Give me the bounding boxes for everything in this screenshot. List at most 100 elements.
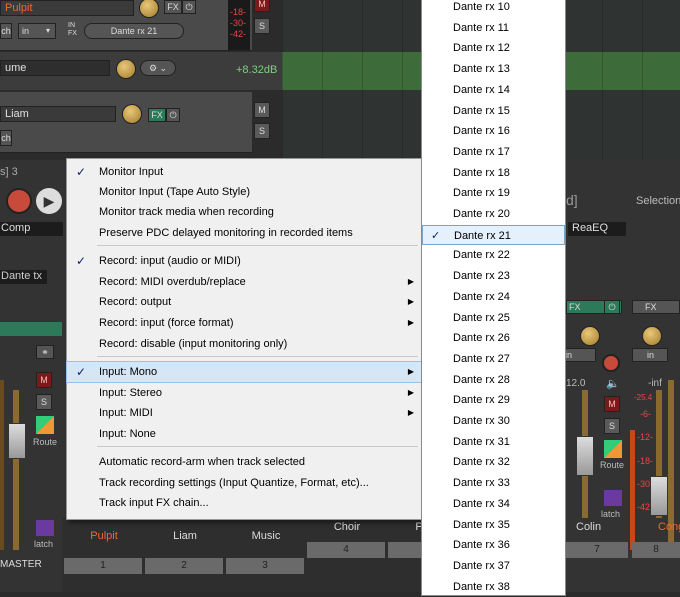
fx-bypass-button[interactable]: ⏻ (182, 0, 196, 14)
input-button[interactable]: in (632, 348, 668, 362)
play-button[interactable]: ▶ (36, 188, 62, 214)
input-list-item[interactable]: Dante rx 15 (422, 101, 565, 121)
input-list-item[interactable]: Dante rx 17 (422, 142, 565, 162)
automation-icon[interactable] (604, 490, 622, 506)
fader-handle[interactable] (576, 436, 594, 476)
solo-button[interactable]: S (254, 123, 270, 139)
menu-item[interactable]: Track input FX chain... (67, 493, 422, 513)
menu-item[interactable]: ✓ Monitor Input (67, 162, 422, 182)
track-name-field[interactable]: Pulpit (0, 0, 134, 16)
menu-item[interactable]: Record: input (force format) ▶ (67, 313, 422, 333)
input-list-item[interactable]: Dante rx 16 (422, 121, 565, 141)
record-arm-toggle[interactable]: ch (0, 23, 12, 39)
record-arm-button[interactable] (602, 354, 620, 372)
fx-button[interactable]: FX (164, 0, 182, 14)
menu-item[interactable]: Input: MIDI ▶ (67, 403, 422, 423)
fader-handle[interactable] (650, 476, 668, 516)
input-list-item[interactable]: Dante rx 30 (422, 411, 565, 431)
input-list-item[interactable]: Dante rx 23 (422, 266, 565, 286)
input-list-item[interactable]: Dante rx 37 (422, 556, 565, 576)
mute-button[interactable]: M (254, 0, 270, 12)
mixer-strip-number: 4 (307, 542, 385, 558)
volume-knob[interactable] (122, 104, 142, 124)
fx-bypass-button[interactable]: ⏻ (604, 300, 620, 314)
mixer-strip-pulpit[interactable]: Pulpit 1 (64, 520, 144, 574)
menu-item[interactable]: Record: disable (input monitoring only) (67, 334, 422, 354)
mixer-strip-liam[interactable]: Liam 2 (145, 520, 225, 574)
pan-knob[interactable] (580, 326, 600, 346)
input-list-item[interactable]: Dante rx 29 (422, 390, 565, 410)
input-list-item[interactable]: Dante rx 27 (422, 349, 565, 369)
input-list-item[interactable]: Dante rx 19 (422, 183, 565, 203)
input-list-item-label: Dante rx 25 (453, 311, 510, 324)
menu-item[interactable]: Monitor Input (Tape Auto Style) (67, 182, 422, 202)
mixer-strip-p[interactable]: P (388, 520, 423, 572)
mixer-strip-choir[interactable]: Choir 4 (307, 520, 387, 572)
route-icon[interactable] (36, 416, 54, 434)
input-list-item[interactable]: Dante rx 24 (422, 287, 565, 307)
solo-button[interactable]: S (604, 418, 620, 434)
menu-item[interactable]: Monitor track media when recording (67, 202, 422, 222)
fx-button[interactable]: FX (148, 108, 166, 122)
menu-item[interactable]: Automatic record-arm when track selected (67, 452, 422, 472)
input-list-item[interactable]: Dante rx 35 (422, 515, 565, 535)
input-list-item[interactable]: Dante rx 32 (422, 452, 565, 472)
mute-button[interactable]: M (36, 372, 52, 388)
menu-item[interactable]: Input: Stereo ▶ (67, 383, 422, 403)
speaker-icon[interactable]: 🔈 (606, 377, 620, 390)
input-list-item[interactable]: Dante rx 12 (422, 38, 565, 58)
mute-button[interactable]: M (604, 396, 620, 412)
menu-item[interactable]: ✓ Record: input (audio or MIDI) (67, 251, 422, 271)
input-list-item-label: Dante rx 37 (453, 559, 510, 572)
input-list-item[interactable]: Dante rx 20 (422, 204, 565, 224)
record-button[interactable] (6, 188, 32, 214)
selection-label: Selection (636, 195, 680, 207)
input-list-item[interactable]: Dante rx 13 (422, 59, 565, 79)
menu-item[interactable]: ✓ Input: Mono ▶ (66, 361, 423, 383)
pan-knob[interactable] (642, 326, 662, 346)
route-icon[interactable] (604, 440, 622, 458)
mute-button[interactable]: M (254, 102, 270, 118)
input-list-item[interactable]: Dante rx 36 (422, 535, 565, 555)
input-list-item[interactable]: Dante rx 14 (422, 80, 565, 100)
input-list-item-label: Dante rx 17 (453, 145, 510, 158)
fader-handle[interactable] (8, 423, 26, 459)
menu-item[interactable]: Input: None (67, 424, 422, 444)
input-list-item[interactable]: Dante rx 18 (422, 163, 565, 183)
menu-item[interactable]: Record: output ▶ (67, 292, 422, 312)
input-list-item[interactable]: Dante rx 33 (422, 473, 565, 493)
menu-item-label: Preserve PDC delayed monitoring in recor… (99, 227, 353, 239)
input-list-item-label: Dante rx 21 (454, 229, 511, 242)
fx-bypass-button[interactable]: ⏻ (166, 108, 180, 122)
input-list-item[interactable]: Dante rx 11 (422, 18, 565, 38)
input-list-item[interactable]: Dante rx 22 (422, 245, 565, 265)
mixer-strip-music[interactable]: Music 3 (226, 520, 306, 574)
context-menu[interactable]: ✓ Monitor Input Monitor Input (Tape Auto S… (66, 158, 423, 520)
envelope-settings-button[interactable]: ⚙ ⌄ (140, 60, 176, 76)
solo-button[interactable]: S (36, 394, 52, 410)
menu-item-label: Monitor Input (99, 166, 164, 178)
input-list-item[interactable]: Dante rx 28 (422, 370, 565, 390)
menu-item[interactable]: Preserve PDC delayed monitoring in recor… (67, 223, 422, 243)
meter-tick: -18- (637, 456, 654, 466)
input-list-item[interactable]: ✓ Dante rx 21 (422, 224, 565, 245)
input-list-item[interactable]: Dante rx 38 (422, 577, 565, 597)
input-list-item[interactable]: Dante rx 34 (422, 494, 565, 514)
input-button[interactable]: in (18, 23, 56, 39)
menu-item[interactable]: Track recording settings (Input Quantize… (67, 473, 422, 493)
input-channel-list[interactable]: Dante rx 10 Dante rx 11 Dante rx 12 Dante r… (421, 0, 566, 596)
record-arm-toggle[interactable]: ch (0, 130, 12, 146)
fx-slot-reaeq[interactable]: ReaEQ (568, 222, 626, 236)
automation-icon[interactable] (36, 520, 54, 536)
input-list-item[interactable]: Dante rx 31 (422, 432, 565, 452)
input-list-item[interactable]: Dante rx 26 (422, 328, 565, 348)
input-list-item[interactable]: Dante rx 25 (422, 308, 565, 328)
solo-button[interactable]: S (254, 18, 270, 34)
link-button[interactable]: ⚭ (36, 345, 54, 359)
fx-button[interactable]: FX (632, 300, 680, 314)
input-select[interactable]: Dante rx 21 (84, 23, 184, 39)
menu-item[interactable]: Record: MIDI overdub/replace ▶ (67, 272, 422, 292)
envelope-knob[interactable] (116, 59, 136, 79)
input-list-item[interactable]: Dante rx 10 (422, 0, 565, 17)
track-name-field[interactable]: Liam (0, 106, 116, 122)
